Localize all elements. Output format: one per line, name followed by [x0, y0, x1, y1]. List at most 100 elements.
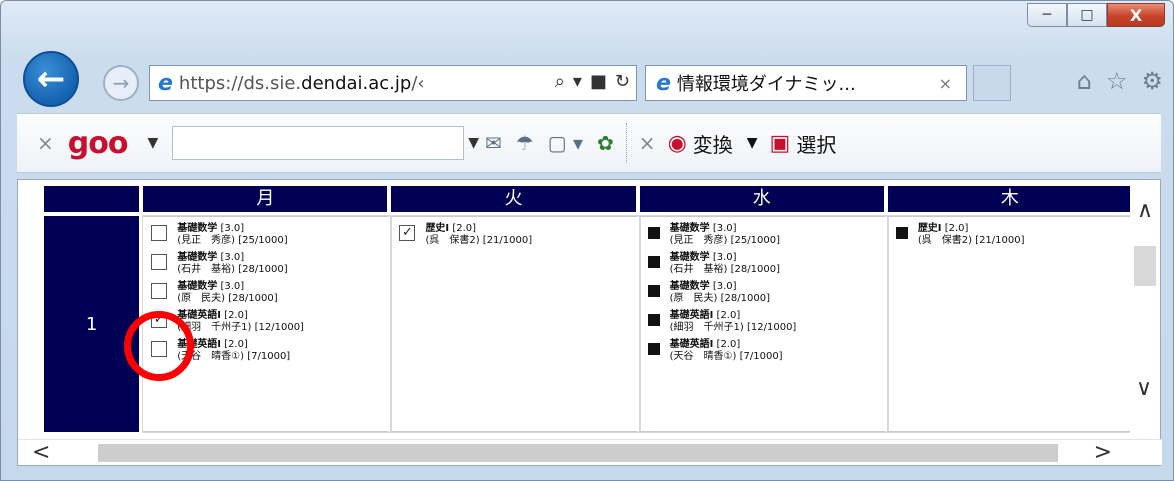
- course-teacher: (石井 基裕) [28/1000]: [669, 264, 780, 275]
- weather-icon[interactable]: ☂: [516, 131, 534, 155]
- course-name: 歴史Ⅰ [2.0]: [425, 223, 477, 234]
- course-checkbox[interactable]: ✓: [399, 225, 416, 241]
- navigation-bar: ← → e https://ds.sie. dendai.ac.jp/‹ ⌕ ▾ …: [1, 47, 1173, 107]
- course-entry: 基礎数学 [3.0] (原 民夫) [28/1000]: [151, 281, 379, 305]
- course-teacher: (見正 秀彦) [25/1000]: [669, 235, 780, 246]
- toolbar-close-icon[interactable]: ×: [37, 131, 54, 155]
- scroll-right-icon[interactable]: >: [1094, 440, 1112, 465]
- course-text: 基礎数学 [3.0] (原 民夫) [28/1000]: [670, 281, 770, 305]
- course-text: 歴史Ⅰ [2.0] (呉 保書2) [21/1000]: [425, 223, 532, 247]
- timetable-header: 月 火 水 木: [44, 186, 1136, 212]
- maximize-button[interactable]: □: [1067, 3, 1107, 27]
- search-input[interactable]: [172, 126, 465, 160]
- timetable: 月 火 水 木 1 基礎数学 [3.0] (見正 秀彦) [25/1000] 基礎数…: [44, 186, 1138, 433]
- highlight-circle: [124, 311, 194, 381]
- course-text: 基礎数学 [3.0] (石井 基裕) [28/1000]: [670, 252, 780, 276]
- course-checkbox[interactable]: [151, 225, 168, 241]
- course-teacher: (細羽 千州子1) [12/1000]: [669, 322, 797, 333]
- course-entry: 基礎数学 [3.0] (見正 秀彦) [25/1000]: [647, 223, 876, 247]
- course-marker: [647, 343, 660, 355]
- course-name: 基礎数学 [3.0]: [177, 223, 245, 234]
- course-teacher: (呉 保書2) [21/1000]: [425, 235, 533, 246]
- ie-icon: e: [158, 70, 173, 96]
- course-text: 基礎英語Ⅰ [2.0] (細羽 千州子1) [12/1000]: [670, 310, 797, 334]
- course-checkbox[interactable]: [151, 283, 168, 299]
- scroll-down-icon[interactable]: ∨: [1136, 376, 1152, 401]
- course-teacher: (原 民夫) [28/1000]: [669, 293, 770, 304]
- scroll-left-icon[interactable]: <: [32, 440, 50, 465]
- search-dropdown-icon[interactable]: ▼: [468, 135, 479, 151]
- course-entry: 基礎数学 [3.0] (石井 基裕) [28/1000]: [647, 252, 876, 276]
- sprout-icon[interactable]: ✿: [597, 131, 614, 155]
- close-button[interactable]: X: [1107, 3, 1165, 27]
- lock-icon[interactable]: ■: [590, 71, 607, 92]
- goo-logo[interactable]: goo: [68, 126, 129, 161]
- header-mon: 月: [143, 186, 392, 212]
- course-name: 基礎英語Ⅰ [2.0]: [669, 310, 741, 321]
- course-marker: [895, 227, 908, 239]
- select-button[interactable]: ▣ 選択: [770, 129, 837, 158]
- select-label: 選択: [796, 132, 837, 157]
- course-checkbox[interactable]: [151, 254, 168, 270]
- course-text: 基礎英語Ⅰ [2.0] (天谷 晴香①) [7/1000]: [177, 339, 290, 363]
- mail-icon[interactable]: ✉: [485, 131, 502, 155]
- course-entry: 基礎数学 [3.0] (見正 秀彦) [25/1000]: [151, 223, 379, 247]
- course-name: 基礎英語Ⅰ [2.0]: [177, 310, 248, 321]
- convert-button[interactable]: ◉ 変換 ▼: [668, 129, 758, 158]
- back-button[interactable]: ←: [23, 51, 79, 107]
- toolbar-close-icon-2[interactable]: ×: [639, 131, 656, 155]
- goo-toolbar: × goo ▼ ▼ ✉ ☂ ▢ ▾ ✿ × ◉ 変換 ▼ ▣ 選択: [17, 113, 1161, 173]
- tab-title: 情報環境ダイナミッ...: [676, 74, 856, 95]
- browser-icons: ⌂ ☆ ⚙: [1077, 67, 1163, 95]
- home-icon[interactable]: ⌂: [1077, 67, 1092, 95]
- ie-tab-icon: e: [656, 70, 671, 96]
- chevron-down-icon[interactable]: ▼: [147, 135, 158, 151]
- address-bar[interactable]: e https://ds.sie. dendai.ac.jp/‹ ⌕ ▾ ■ ↻: [149, 65, 637, 101]
- tab-close-icon[interactable]: ×: [939, 74, 952, 93]
- browser-window: ─ □ X ← → e https://ds.sie. dendai.ac.jp /…: [0, 0, 1174, 481]
- convert-icon: ◉: [667, 130, 687, 156]
- gear-icon[interactable]: ⚙: [1141, 67, 1163, 95]
- star-icon[interactable]: ☆: [1106, 67, 1128, 95]
- header-thu: 木: [887, 186, 1136, 212]
- vertical-scroll-thumb[interactable]: [1134, 246, 1156, 286]
- course-name: 基礎数学 [3.0]: [669, 281, 737, 292]
- course-marker: [647, 256, 660, 268]
- course-text: 基礎数学 [3.0] (見正 秀彦) [25/1000]: [670, 223, 780, 247]
- minimize-button[interactable]: ─: [1027, 3, 1067, 27]
- forward-button[interactable]: →: [103, 65, 139, 101]
- select-icon: ▣: [769, 130, 791, 156]
- back-arrow-icon: ←: [36, 59, 66, 99]
- course-text: 基礎数学 [3.0] (見正 秀彦) [25/1000]: [177, 223, 287, 247]
- scroll-up-icon[interactable]: ∧: [1130, 198, 1160, 223]
- course-text: 基礎数学 [3.0] (原 民夫) [28/1000]: [177, 281, 277, 305]
- course-marker: [647, 227, 660, 239]
- tab-active[interactable]: e 情報環境ダイナミッ... ×: [645, 65, 967, 101]
- convert-dropdown-icon[interactable]: ▼: [747, 135, 758, 151]
- address-actions: ⌕ ▾ ■ ↻: [554, 71, 630, 92]
- vertical-scrollbar[interactable]: ∧ ∨: [1130, 180, 1160, 440]
- course-entry: 歴史Ⅰ [2.0] (呉 保書2) [21/1000]: [895, 223, 1124, 247]
- refresh-icon[interactable]: ↻: [615, 71, 630, 92]
- course-name: 基礎英語Ⅰ [2.0]: [177, 339, 248, 350]
- course-name: 基礎数学 [3.0]: [177, 252, 245, 263]
- convert-label: 変換: [692, 132, 733, 157]
- course-marker: [647, 285, 660, 297]
- horizontal-scroll-thumb[interactable]: [98, 444, 1058, 462]
- address-domain: dendai.ac.jp: [301, 72, 412, 94]
- course-text: 基礎数学 [3.0] (石井 基裕) [28/1000]: [177, 252, 287, 276]
- course-text: 歴史Ⅰ [2.0] (呉 保書2) [21/1000]: [918, 223, 1025, 247]
- timetable-row: 1 基礎数学 [3.0] (見正 秀彦) [25/1000] 基礎数学 [3.0](…: [44, 215, 1138, 433]
- page-content: 月 火 水 木 1 基礎数学 [3.0] (見正 秀彦) [25/1000] 基礎数…: [17, 179, 1162, 466]
- course-marker: [647, 314, 660, 326]
- window-icon[interactable]: ▢ ▾: [548, 131, 583, 155]
- dropdown-icon[interactable]: ▾: [573, 71, 582, 92]
- course-text: 基礎英語Ⅰ [2.0] (細羽 千州子1) [12/1000]: [177, 310, 304, 334]
- course-teacher: (原 民夫) [28/1000]: [177, 293, 278, 304]
- horizontal-scrollbar[interactable]: < >: [18, 439, 1162, 465]
- header-tue: 火: [391, 186, 640, 212]
- toolbar-icons: ✉ ☂ ▢ ▾ ✿: [485, 131, 614, 155]
- search-icon[interactable]: ⌕: [555, 71, 565, 92]
- course-teacher: (天谷 晴香①) [7/1000]: [177, 351, 291, 362]
- new-tab-button[interactable]: [973, 65, 1011, 101]
